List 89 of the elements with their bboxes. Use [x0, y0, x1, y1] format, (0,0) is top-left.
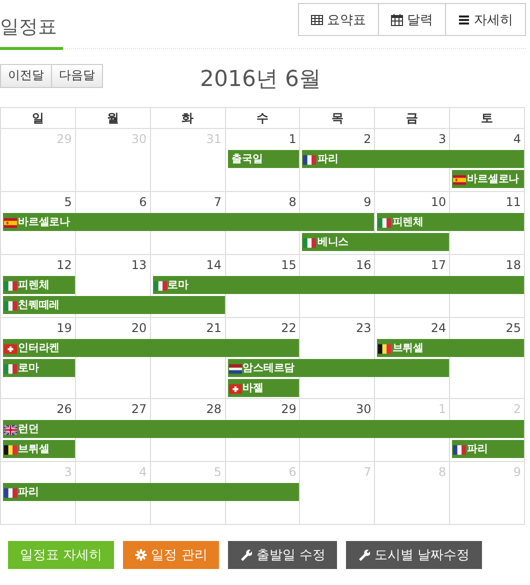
date-number: 24: [430, 320, 448, 335]
flag-icon: [228, 384, 242, 394]
date-number: 21: [206, 320, 223, 335]
date-number: 2: [364, 131, 372, 146]
flag-icon: [303, 238, 316, 248]
date-number: 7: [214, 194, 223, 209]
weekday-header: 금: [375, 107, 450, 129]
event-bar[interactable]: 암스테르담: [228, 359, 450, 377]
event-bar[interactable]: 로마: [3, 359, 75, 377]
flag-icon: [4, 425, 17, 435]
date-number: 18: [506, 257, 522, 272]
date-number: 28: [206, 401, 223, 416]
date-number: 29: [281, 401, 298, 416]
action-button[interactable]: 일정표 자세히: [8, 541, 114, 569]
weekday-header: 수: [226, 107, 300, 129]
date-number: 13: [131, 257, 148, 272]
date-number: 26: [56, 401, 73, 416]
gear-icon: [135, 549, 148, 561]
event-bar[interactable]: 인터라켄: [3, 339, 300, 357]
date-number: 6: [139, 194, 148, 209]
date-number: 16: [356, 257, 372, 272]
date-number: 15: [281, 257, 298, 272]
flag-icon: [228, 364, 242, 374]
date-number: 8: [288, 194, 298, 209]
date-number: 12: [56, 257, 73, 272]
date-number: 14: [206, 257, 223, 272]
date-number: 19: [56, 320, 73, 335]
flag-icon: [4, 301, 17, 311]
date-number: 30: [356, 401, 372, 416]
weekday-header: 월: [76, 107, 151, 129]
event-bar[interactable]: 브뤼셀: [3, 440, 75, 458]
action-button[interactable]: 출발일 수정: [228, 541, 338, 569]
flag-icon: [4, 218, 17, 228]
weekday-header: 일: [1, 107, 76, 129]
weekday-header: 화: [150, 107, 226, 129]
view-button[interactable]: 달력: [378, 3, 446, 36]
event-bar[interactable]: 런던: [3, 420, 524, 438]
flag-icon: [154, 281, 167, 291]
date-number: 11: [506, 194, 522, 209]
menu-icon: [458, 14, 470, 26]
flag-icon: [453, 175, 466, 185]
weekday-header: 토: [450, 107, 525, 129]
calendar-icon: [391, 14, 403, 26]
flag-icon: [4, 281, 17, 291]
date-number: 27: [131, 401, 148, 416]
flag-icon: [378, 344, 392, 354]
flag-icon: [453, 445, 466, 455]
date-number: 9: [364, 194, 372, 209]
flag-icon: [4, 364, 17, 374]
event-bar[interactable]: 브뤼셀: [377, 339, 524, 357]
event-bar[interactable]: 베니스: [302, 233, 450, 251]
month-nav-button[interactable]: 이전달: [0, 64, 52, 88]
date-number: 25: [506, 320, 522, 335]
event-bar[interactable]: 친퀘떼레: [3, 296, 225, 314]
action-button[interactable]: 일정 관리: [123, 541, 220, 569]
wrench-icon: [240, 549, 252, 561]
action-button[interactable]: 도시별 날짜수정: [346, 541, 482, 569]
event-bar[interactable]: 파리: [452, 440, 524, 458]
date-number: 20: [131, 320, 148, 335]
month-title: 2016년 6월: [200, 66, 321, 94]
page-title: 일정표: [0, 15, 57, 40]
event-bar[interactable]: 피렌체: [3, 276, 75, 294]
event-bar[interactable]: 로마: [152, 276, 524, 294]
event-bar[interactable]: 파리: [3, 483, 300, 501]
flag-icon: [378, 218, 392, 228]
table-icon: [311, 14, 323, 26]
date-number: 1: [288, 131, 298, 146]
event-bar[interactable]: 피렌체: [377, 213, 524, 231]
flag-icon: [4, 488, 17, 498]
event-bar[interactable]: 바르셀로나: [3, 213, 374, 231]
date-number: 22: [281, 320, 298, 335]
view-button[interactable]: 요약표: [298, 3, 379, 36]
weekday-header: 목: [300, 107, 376, 129]
date-number: 10: [430, 194, 448, 209]
event-bar[interactable]: 파리: [302, 150, 524, 168]
flag-icon: [303, 155, 316, 165]
date-number: 23: [356, 320, 372, 335]
date-number: 4: [513, 131, 522, 146]
wrench-icon: [358, 549, 370, 561]
event-bar[interactable]: 바르셀로나: [452, 170, 524, 188]
event-bar[interactable]: 바젤: [228, 379, 300, 397]
flag-icon: [4, 344, 17, 354]
flag-icon: [4, 445, 17, 455]
event-bar[interactable]: 출국일: [228, 150, 300, 168]
date-number: 17: [430, 257, 448, 272]
date-number: 5: [64, 194, 73, 209]
month-nav-button[interactable]: 다음달: [51, 64, 103, 88]
view-button[interactable]: 자세히: [445, 3, 526, 36]
date-number: 3: [438, 131, 448, 146]
